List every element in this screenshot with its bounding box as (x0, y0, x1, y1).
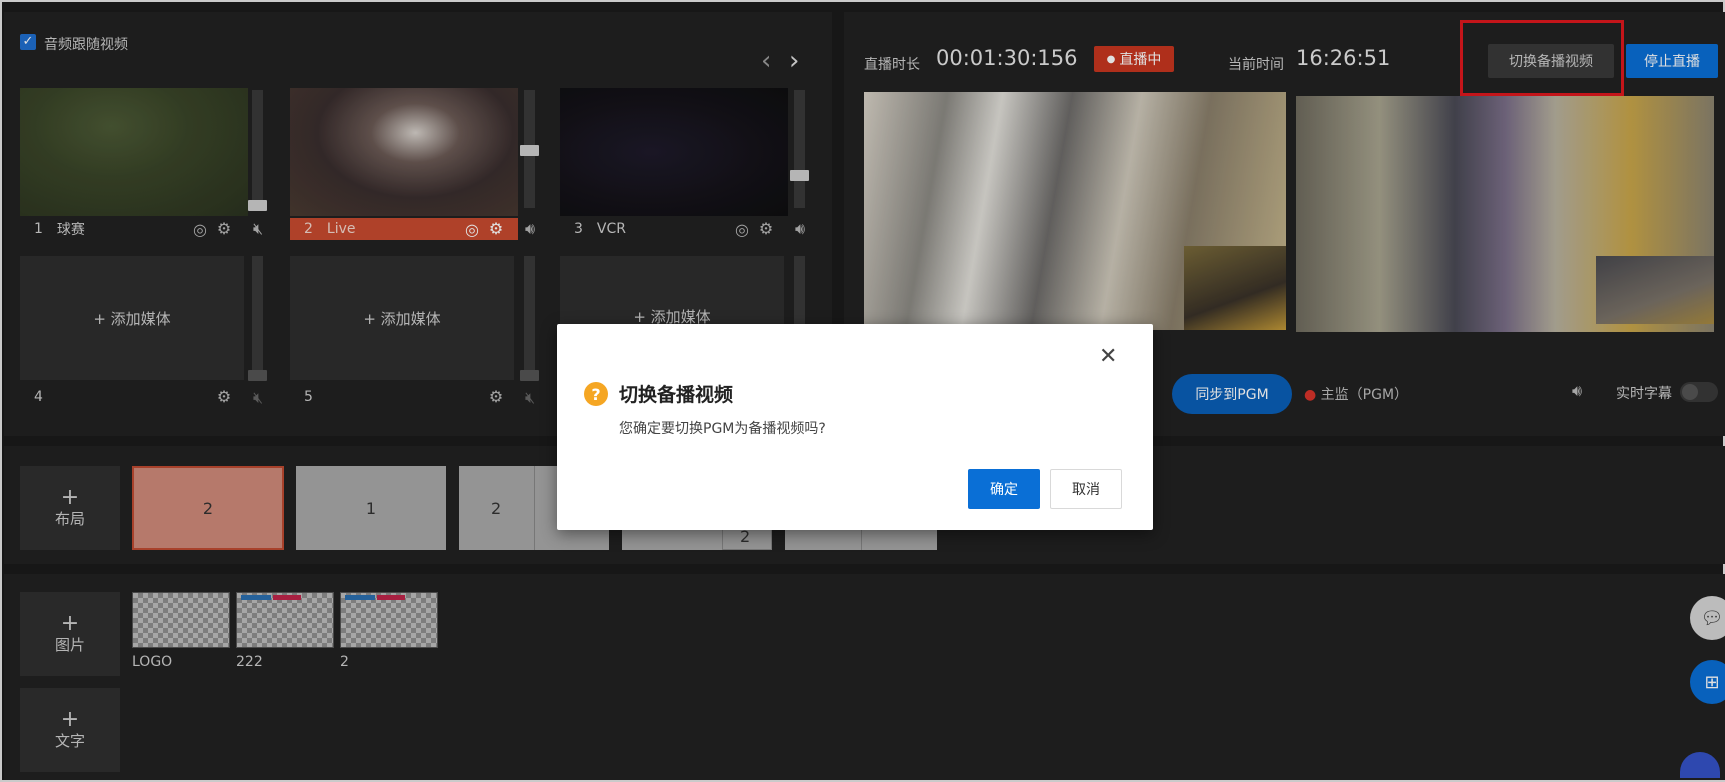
dialog-message: 您确定要切换PGM为备播视频吗? (619, 421, 826, 437)
dialog-title: 切换备播视频 (619, 384, 734, 406)
dialog-close-icon[interactable]: ✕ (1099, 344, 1117, 369)
dialog-ok-button[interactable]: 确定 (968, 469, 1040, 509)
dialog-cancel-button[interactable]: 取消 (1050, 469, 1122, 509)
question-icon: ? (584, 382, 608, 406)
confirm-dialog: ✕ ? 切换备播视频 您确定要切换PGM为备播视频吗? 确定 取消 (557, 324, 1153, 530)
